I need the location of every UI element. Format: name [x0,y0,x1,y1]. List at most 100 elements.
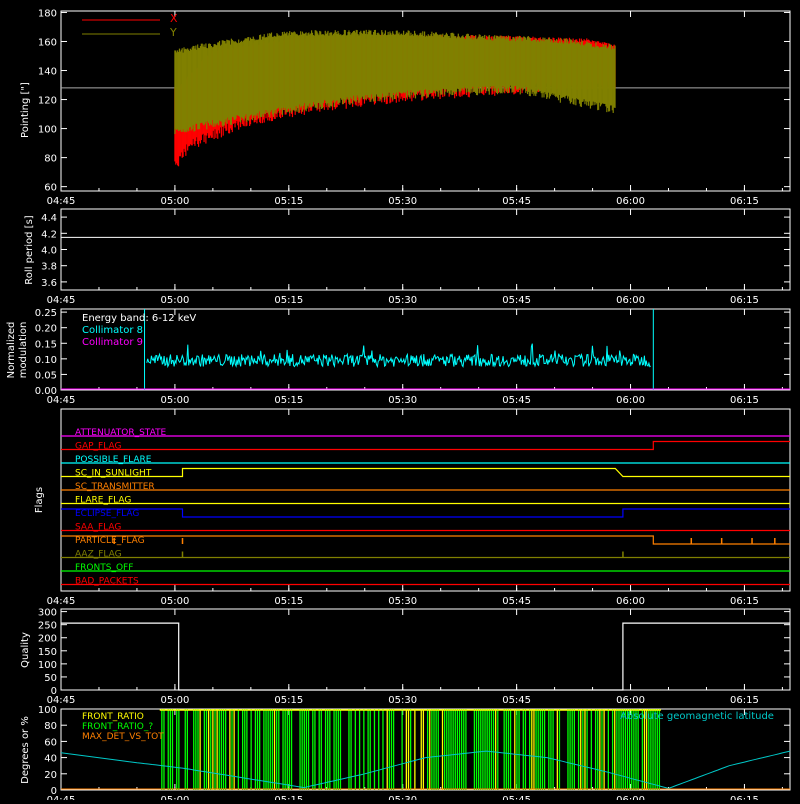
y-tick-label: 3.6 [41,278,57,289]
legend-energy-band: Energy band: 6-12 keV [82,313,196,324]
y-tick-label: 250 [38,621,57,632]
flag-label: SAA_FLAG [75,523,121,533]
x-tick-label: 05:45 [502,695,531,706]
y-tick-label: 300 [38,608,57,619]
flag-label: GAP_FLAG [75,442,121,452]
legend-label-x: X [170,12,178,25]
x-tick-label: 05:00 [160,395,189,406]
flag-label: BAD_PACKETS [75,577,139,587]
x-tick-label: 06:00 [616,196,645,207]
y-tick-label: 60 [44,737,57,748]
x-tick-label: 05:45 [502,196,531,207]
x-tick-label: 06:15 [730,196,759,207]
flag-label: ECLIPSE_FLAG [75,509,139,519]
y-tick-label: 0.00 [35,386,57,397]
x-tick-label: 06:00 [616,695,645,706]
x-tick-label: 05:15 [274,295,303,306]
figure-canvas: 04:45 05:00 05:15 05:30 05:45 06:00 06:15 60 80 1… [0,0,800,804]
x-tick-label: 05:45 [502,295,531,306]
flag-label: PARTICLE_FLAG [75,536,145,546]
flag-label: SC_IN_SUNLIGHT [75,469,152,479]
y-tick-label: 4.0 [41,246,57,257]
y-tick-label: 100 [38,705,57,716]
x-tick-label: 05:45 [502,795,531,800]
y-tick-label: 0.25 [35,308,57,319]
x-tick-label: 04:45 [47,596,76,607]
x-tick-label: 05:00 [160,795,189,800]
legend-label-y: Y [169,26,177,39]
x-tick-label: 05:00 [160,295,189,306]
y-tick-label: 200 [38,634,57,645]
multi-panel-plot: 04:45 05:00 05:15 05:30 05:45 06:00 06:15 60 80 1… [0,0,800,804]
y-axis-label: Degrees or % [20,716,31,784]
y-tick-label: 100 [38,660,57,671]
y-tick-label: 160 [38,37,57,48]
x-tick-label: 06:15 [730,795,759,800]
y-tick-label: 100 [38,125,57,136]
x-tick-label: 06:00 [616,596,645,607]
x-tick-label: 05:00 [160,695,189,706]
y-tick-label: 50 [44,673,57,684]
x-tick-label: 05:15 [274,196,303,207]
y-tick-label: 0.05 [35,370,57,381]
y-tick-label: 140 [38,67,57,78]
y-tick-label: 60 [44,183,57,194]
flag-label: AAZ_FLAG [75,550,122,560]
y-tick-label: 0.10 [35,355,57,366]
legend-collimator-8: Collimator 8 [82,325,143,336]
x-tick-label: 04:45 [47,295,76,306]
y-tick-label: 80 [44,154,57,165]
x-tick-label: 05:15 [274,695,303,706]
x-tick-label: 05:30 [388,295,417,306]
y-axis-label-line1: Normalized [6,322,17,379]
legend-collimator-9: Collimator 9 [82,337,143,348]
x-tick-label: 06:15 [730,596,759,607]
x-tick-label: 05:30 [388,795,417,800]
flag-label: FRONTS_OFF [75,563,133,573]
legend-geomag: Absolute geomagnetic latitude [620,711,774,722]
x-tick-label: 06:15 [730,295,759,306]
x-tick-label: 05:15 [274,596,303,607]
y-axis-label: Pointing ["] [20,82,31,138]
x-tick-label: 05:30 [388,196,417,207]
y-tick-label: 0.20 [35,324,57,335]
x-tick-label: 05:15 [274,395,303,406]
x-tick-label: 05:00 [160,196,189,207]
y-tick-label: 150 [38,647,57,658]
y-tick-label: 0 [51,786,57,797]
y-axis-label-line2: modulation [18,322,29,379]
y-tick-label: 40 [44,754,57,765]
x-tick-label: 05:45 [502,395,531,406]
y-axis-label: Roll period [s] [24,215,35,284]
y-axis-label: Flags [34,487,45,513]
x-tick-label: 06:15 [730,395,759,406]
legend-max-det: MAX_DET_VS_TOT [82,732,164,742]
y-tick-label: 20 [44,770,57,781]
y-tick-label: 4.2 [41,229,57,240]
y-tick-label: 80 [44,721,57,732]
x-tick-label: 05:30 [388,596,417,607]
y-axis-label: Quality [20,632,31,668]
x-tick-label: 05:45 [502,596,531,607]
x-tick-label: 06:00 [616,795,645,800]
flag-label: POSSIBLE_FLARE [75,455,152,465]
y-tick-label: 0.15 [35,339,57,350]
x-tick-label: 05:15 [274,795,303,800]
legend-front-ratio: FRONT_RATIO [82,712,144,722]
y-tick-label: 4.4 [41,213,57,224]
y-tick-label: 120 [38,96,57,107]
x-tick-label: 05:30 [388,395,417,406]
flag-label: FLARE_FLAG [75,496,131,506]
x-tick-label: 06:00 [616,395,645,406]
x-tick-label: 04:45 [47,196,76,207]
x-tick-label: 05:00 [160,596,189,607]
y-tick-label: 180 [38,8,57,19]
x-tick-label: 05:30 [388,695,417,706]
y-tick-label: 3.8 [41,262,57,273]
y-tick-label: 0 [51,686,57,697]
flag-label: ATTENUATOR_STATE [75,428,167,438]
x-tick-label: 06:15 [730,695,759,706]
legend-front-ratio-2: FRONT_RATIO_? [82,722,153,732]
x-tick-label: 06:00 [616,295,645,306]
flag-label: SC_TRANSMITTER [75,482,155,492]
